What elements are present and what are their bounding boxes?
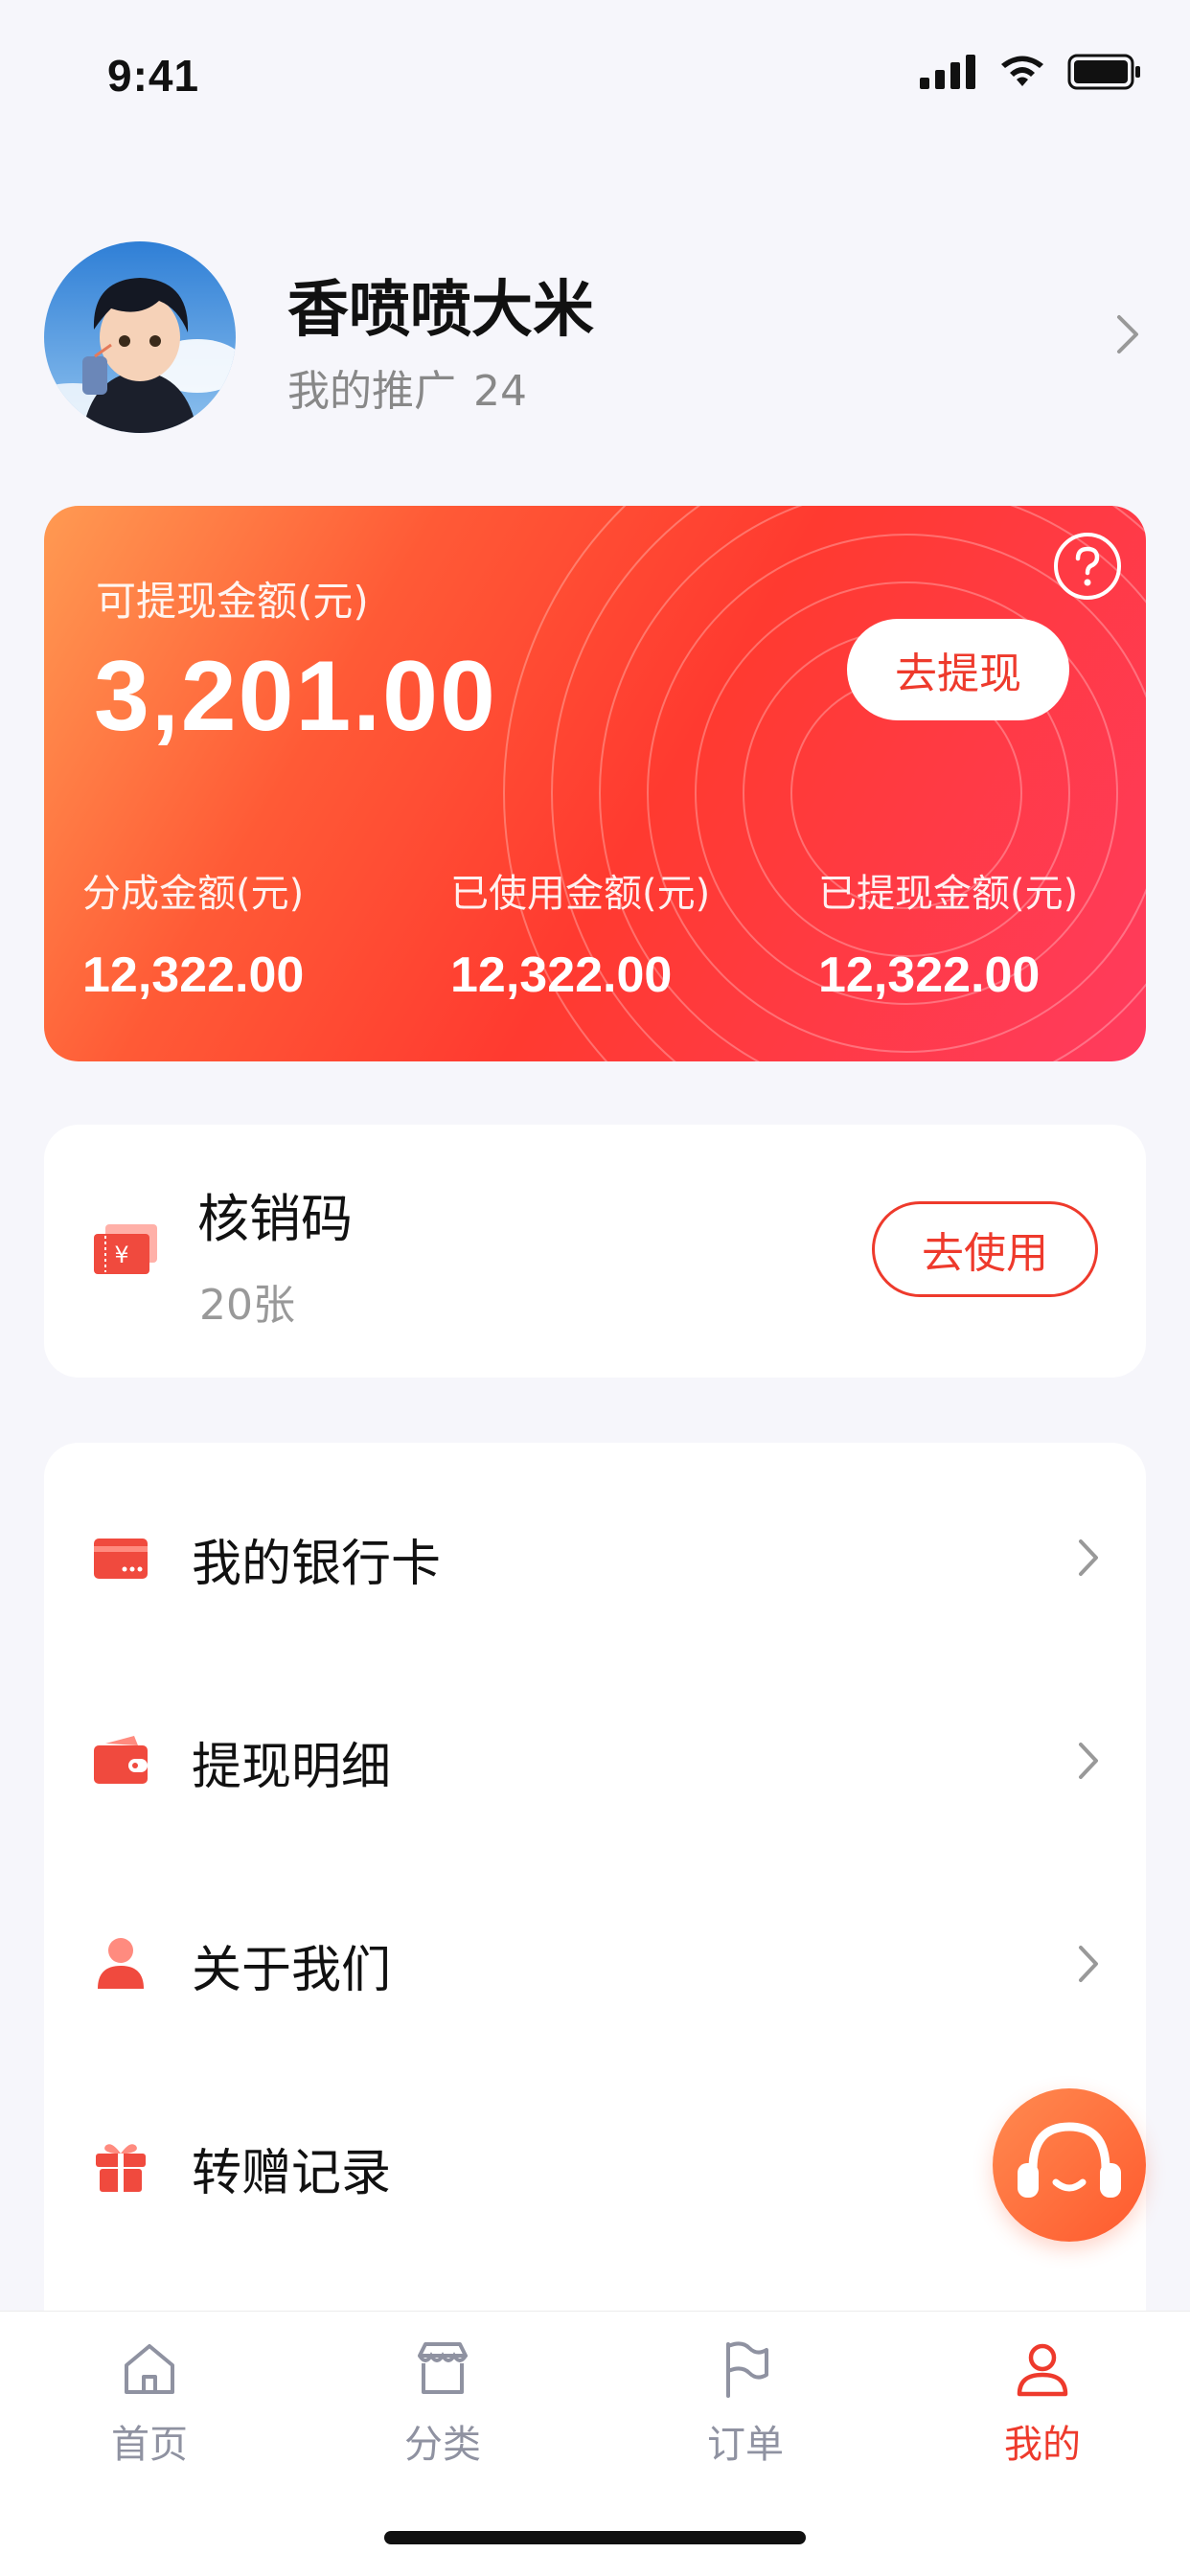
promotion-label: 我的推广 [287, 367, 456, 416]
battery-icon [1067, 54, 1140, 90]
stat-label: 已使用金额(元) [450, 872, 711, 916]
home-indicator [384, 2531, 806, 2544]
avatar-image [44, 241, 236, 433]
svg-text:¥: ¥ [114, 1242, 128, 1268]
status-time: 9:41 [107, 51, 200, 101]
customer-service-button[interactable] [993, 2088, 1146, 2242]
tab-category[interactable]: 分类 [347, 2338, 538, 2482]
help-icon[interactable] [1052, 531, 1123, 602]
voucher-card: ¥ 核销码 20张 去使用 [44, 1125, 1146, 1378]
promotion-info: 我的推广 24 [287, 356, 527, 418]
withdrawable-amount: 3,201.00 [94, 641, 497, 752]
chevron-right-icon [1079, 1743, 1098, 1779]
chevron-right-icon[interactable] [1115, 311, 1142, 357]
use-voucher-button[interactable]: 去使用 [872, 1201, 1098, 1297]
tab-label: 我的 [1004, 2423, 1081, 2467]
status-icons [920, 54, 1142, 90]
menu-item-about-us[interactable]: 关于我们 [44, 1868, 1146, 2060]
tab-label: 首页 [111, 2423, 188, 2467]
stat-value: 12,322.00 [82, 947, 305, 1003]
username: 香喷喷大米 [287, 275, 594, 346]
person-icon [98, 1938, 144, 1989]
menu-item-label: 我的银行卡 [192, 1536, 442, 1593]
stat-label: 分成金额(元) [82, 872, 305, 916]
signal-icon [920, 55, 975, 89]
menu-item-bank-card[interactable]: 我的银行卡 [44, 1462, 1146, 1653]
wifi-icon [1001, 56, 1043, 86]
voucher-title: 核销码 [197, 1189, 353, 1249]
gift-icon [96, 2144, 146, 2192]
ticket-icon: ¥ [94, 1224, 157, 1274]
promotion-count: 24 [473, 367, 527, 416]
user-icon [1017, 2343, 1068, 2397]
avatar[interactable] [44, 241, 236, 433]
wallet-icon [94, 1736, 148, 1784]
menu-item-label: 关于我们 [192, 1942, 392, 1999]
tab-label: 分类 [404, 2423, 481, 2467]
stat-used-amount: 已使用金额(元) 12,322.00 [450, 862, 710, 1004]
balance-card: 可提现金额(元) 3,201.00 去提现 分成金额(元) 12,322.00 … [44, 506, 1146, 1061]
tab-home[interactable]: 首页 [54, 2338, 245, 2482]
stat-share-amount: 分成金额(元) 12,322.00 [82, 862, 304, 1004]
menu-item-gift-records[interactable]: 转赠记录 [44, 2071, 1146, 2263]
tab-mine[interactable]: 我的 [947, 2338, 1138, 2482]
voucher-count: 20张 [199, 1281, 295, 1330]
stat-value: 12,322.00 [818, 947, 1041, 1003]
menu-item-label: 转赠记录 [192, 2145, 392, 2202]
headset-icon [1018, 2122, 1121, 2198]
withdrawable-label: 可提现金额(元) [96, 578, 369, 625]
store-icon [418, 2342, 468, 2394]
stat-value: 12,322.00 [450, 947, 673, 1003]
tab-label: 订单 [707, 2423, 784, 2467]
chevron-right-icon [1079, 1946, 1098, 1982]
menu-list: 我的银行卡 提现明细 关于我们 转赠记录 [44, 1443, 1146, 2410]
chevron-right-icon [1079, 1539, 1098, 1576]
tab-orders[interactable]: 订单 [650, 2338, 841, 2482]
menu-item-withdraw-detail[interactable]: 提现明细 [44, 1665, 1146, 1857]
flag-icon [726, 2341, 768, 2398]
bank-card-icon [94, 1539, 148, 1579]
stat-withdrawn-amount: 已提现金额(元) 12,322.00 [818, 862, 1078, 1004]
menu-item-label: 提现明细 [192, 1739, 392, 1796]
withdraw-button[interactable]: 去提现 [847, 619, 1069, 720]
stat-label: 已提现金额(元) [818, 872, 1079, 916]
home-icon [125, 2344, 174, 2394]
